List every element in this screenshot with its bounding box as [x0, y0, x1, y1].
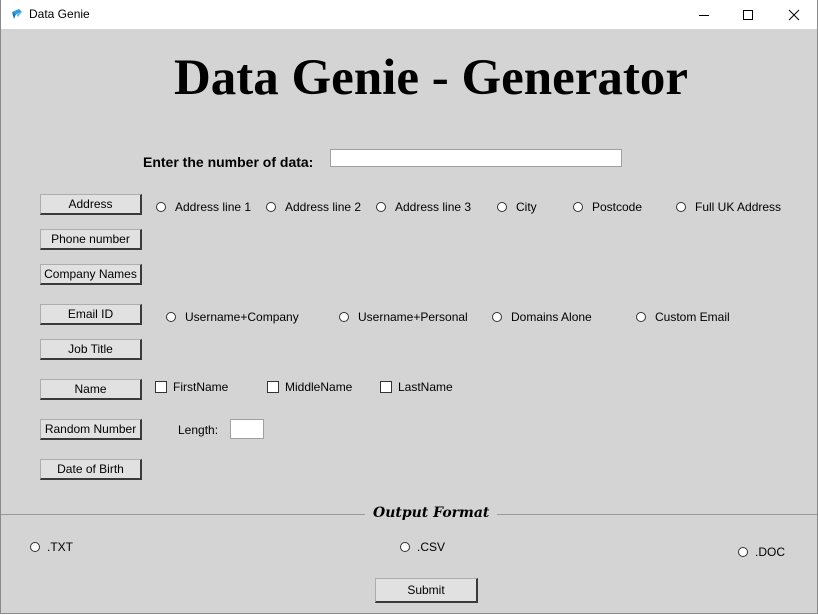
close-button[interactable]	[771, 0, 817, 29]
option-label: City	[516, 200, 537, 214]
radio-circle	[492, 312, 502, 322]
main-panel: Data Genie - Generator Enter the number …	[1, 29, 817, 613]
date-of-birth-button[interactable]: Date of Birth	[40, 459, 142, 480]
radio-circle	[400, 542, 410, 552]
option-label: Address line 3	[395, 200, 472, 214]
username-personal-radio[interactable]: Username+Personal	[339, 310, 468, 324]
option-label: .CSV	[417, 540, 446, 554]
option-label: Full UK Address	[695, 200, 782, 214]
domains-alone-radio[interactable]: Domains Alone	[492, 310, 592, 324]
checkbox-box	[380, 381, 392, 393]
radio-circle	[166, 312, 176, 322]
option-label: FirstName	[173, 380, 229, 394]
custom-email-radio[interactable]: Custom Email	[636, 310, 730, 324]
address-line-3-radio[interactable]: Address line 3	[376, 200, 471, 214]
radio-circle	[376, 202, 386, 212]
option-label: Username+Personal	[358, 310, 468, 324]
option-label: Custom Email	[655, 310, 730, 324]
radio-circle	[676, 202, 686, 212]
phone-number-button[interactable]: Phone number	[40, 229, 142, 250]
output-format-label: Output Format	[365, 505, 498, 521]
full-uk-address-radio[interactable]: Full UK Address	[676, 200, 781, 214]
username-company-radio[interactable]: Username+Company	[166, 310, 299, 324]
firstname-checkbox[interactable]: FirstName	[155, 380, 228, 394]
lastname-checkbox[interactable]: LastName	[380, 380, 453, 394]
company-names-button[interactable]: Company Names	[40, 264, 142, 285]
separator-right	[497, 514, 817, 515]
option-label: Address line 2	[285, 200, 362, 214]
txt-format-radio[interactable]: .TXT	[30, 540, 73, 554]
option-label: .TXT	[47, 540, 73, 554]
option-label: Address line 1	[175, 200, 252, 214]
random-number-button[interactable]: Random Number	[40, 419, 142, 440]
checkbox-box	[155, 381, 167, 393]
email-id-button[interactable]: Email ID	[40, 304, 142, 325]
radio-circle	[156, 202, 166, 212]
app-window: Data Genie Data Genie - Generator Enter …	[0, 0, 818, 614]
radio-circle	[266, 202, 276, 212]
close-icon	[788, 9, 800, 20]
option-label: LastName	[398, 380, 453, 394]
radio-circle	[636, 312, 646, 322]
separator-left	[1, 514, 365, 515]
name-button[interactable]: Name	[40, 379, 142, 400]
option-label: Domains Alone	[511, 310, 592, 324]
radio-circle	[30, 542, 40, 552]
length-label: Length:	[178, 423, 219, 437]
length-input[interactable]	[230, 419, 264, 439]
radio-circle	[738, 547, 748, 557]
window-title: Data Genie	[29, 7, 90, 21]
maximize-icon	[743, 9, 753, 20]
option-label: Postcode	[592, 200, 643, 214]
page-title: Data Genie - Generator	[173, 50, 689, 106]
middlename-checkbox[interactable]: MiddleName	[267, 380, 352, 394]
maximize-button[interactable]	[725, 0, 771, 29]
job-title-button[interactable]: Job Title	[40, 339, 142, 360]
option-label: Username+Company	[185, 310, 299, 324]
radio-circle	[573, 202, 583, 212]
city-radio[interactable]: City	[497, 200, 537, 214]
postcode-radio[interactable]: Postcode	[573, 200, 642, 214]
option-label: MiddleName	[285, 380, 353, 394]
radio-circle	[339, 312, 349, 322]
count-label: Enter the number of data:	[143, 154, 314, 170]
radio-circle	[497, 202, 507, 212]
option-label: .DOC	[755, 545, 785, 559]
minimize-icon	[699, 14, 709, 16]
minimize-button[interactable]	[681, 0, 727, 29]
submit-button[interactable]: Submit	[375, 578, 478, 603]
title-bar: Data Genie	[1, 0, 817, 29]
address-button[interactable]: Address	[40, 194, 142, 215]
address-line-2-radio[interactable]: Address line 2	[266, 200, 361, 214]
count-input[interactable]	[330, 149, 622, 167]
checkbox-box	[267, 381, 279, 393]
address-line-1-radio[interactable]: Address line 1	[156, 200, 251, 214]
app-icon	[12, 9, 22, 19]
doc-format-radio[interactable]: .DOC	[738, 545, 785, 559]
csv-format-radio[interactable]: .CSV	[400, 540, 445, 554]
